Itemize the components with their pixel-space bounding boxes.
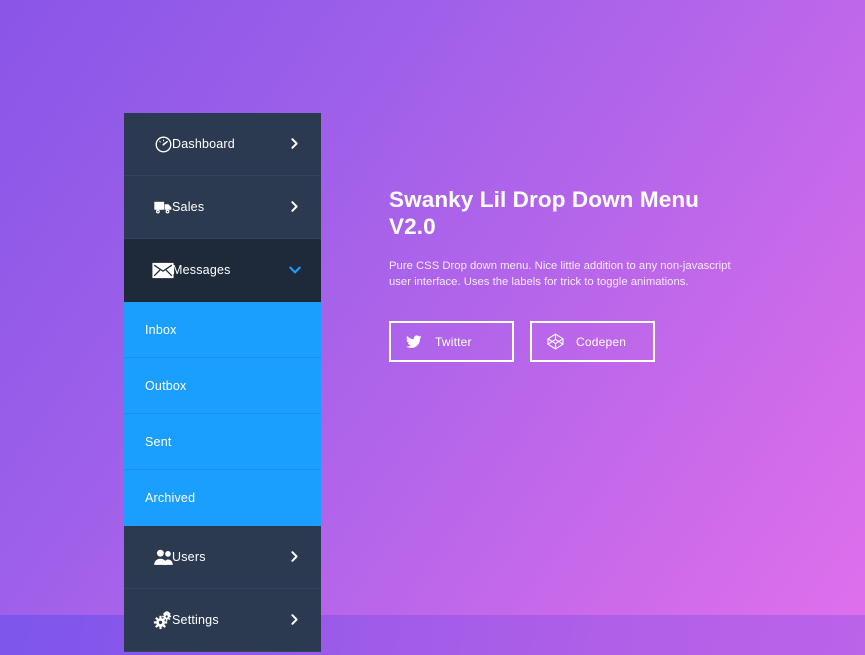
gears-icon bbox=[152, 609, 174, 631]
chevron-down-icon bbox=[288, 263, 302, 277]
chevron-right-icon bbox=[288, 613, 302, 627]
twitter-button[interactable]: Twitter bbox=[389, 321, 514, 363]
submenu-item-label: Outbox bbox=[145, 378, 187, 393]
menu-item-label: Sales bbox=[172, 200, 205, 214]
envelope-icon bbox=[152, 259, 174, 281]
submenu-item-inbox[interactable]: Inbox bbox=[124, 302, 321, 358]
twitter-bird-icon bbox=[405, 333, 423, 351]
menu-item-dashboard[interactable]: Dashboard bbox=[124, 113, 321, 176]
main-content: Swanky Lil Drop Down Menu V2.0 Pure CSS … bbox=[389, 186, 749, 363]
submenu-item-label: Inbox bbox=[145, 322, 177, 337]
submenu-item-label: Archived bbox=[145, 491, 196, 505]
menu-item-label: Messages bbox=[172, 263, 231, 277]
button-label: Twitter bbox=[435, 334, 472, 349]
chevron-right-icon bbox=[288, 550, 302, 564]
dashboard-gauge-icon bbox=[152, 133, 174, 155]
codepen-button[interactable]: Codepen bbox=[530, 321, 655, 363]
users-icon bbox=[152, 546, 174, 568]
menu-item-label: Dashboard bbox=[172, 137, 235, 151]
submenu-item-outbox[interactable]: Outbox bbox=[124, 358, 321, 414]
menu-item-label: Settings bbox=[172, 613, 219, 627]
chevron-right-icon bbox=[288, 137, 302, 151]
truck-icon bbox=[152, 196, 174, 218]
dropdown-menu: Dashboard Sales Messages Inbox Outbox Se… bbox=[124, 113, 321, 652]
menu-item-users[interactable]: Users bbox=[124, 526, 321, 589]
codepen-icon bbox=[546, 333, 564, 351]
menu-item-settings[interactable]: Settings bbox=[124, 589, 321, 652]
submenu-item-archived[interactable]: Archived bbox=[124, 470, 321, 526]
menu-item-label: Users bbox=[172, 550, 206, 564]
button-label: Codepen bbox=[576, 334, 627, 349]
social-button-row: Twitter Codepen bbox=[389, 321, 749, 363]
submenu-item-label: Sent bbox=[145, 434, 172, 449]
page-title: Swanky Lil Drop Down Menu V2.0 bbox=[389, 187, 700, 239]
menu-item-messages[interactable]: Messages bbox=[124, 239, 321, 302]
menu-item-sales[interactable]: Sales bbox=[124, 176, 321, 239]
page-description: Pure CSS Drop down menu. Nice little add… bbox=[389, 260, 731, 288]
page-stage: Dashboard Sales Messages Inbox Outbox Se… bbox=[0, 0, 865, 652]
chevron-right-icon bbox=[288, 200, 302, 214]
submenu-messages: Inbox Outbox Sent Archived bbox=[124, 302, 321, 526]
submenu-item-sent[interactable]: Sent bbox=[124, 414, 321, 470]
